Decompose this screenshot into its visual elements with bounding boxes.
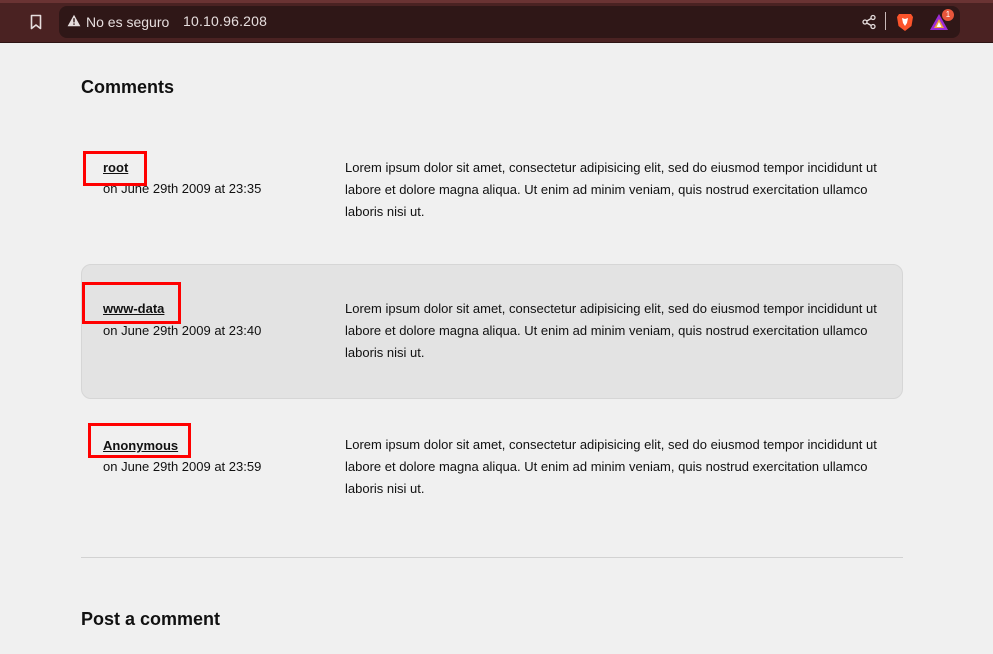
- comment-body: Lorem ipsum dolor sit amet, consectetur …: [345, 437, 877, 496]
- toolbar-accent-line: [0, 0, 993, 3]
- comment-body: Lorem ipsum dolor sit amet, consectetur …: [345, 301, 877, 360]
- share-icon[interactable]: [861, 14, 877, 30]
- comment-item: www-data on June 29th 2009 at 23:40 Lore…: [81, 264, 903, 399]
- comment-item: root on June 29th 2009 at 23:35 Lorem ip…: [81, 129, 903, 264]
- urlbar-separator: [885, 12, 886, 30]
- rewards-count-badge: 1: [942, 9, 954, 21]
- section-divider: [81, 557, 903, 558]
- annotation-highlight-box: [88, 423, 191, 458]
- bookmark-icon[interactable]: [26, 11, 46, 33]
- brave-shield-icon[interactable]: [895, 12, 915, 32]
- annotation-highlight-box: [83, 151, 147, 186]
- post-comment-heading: Post a comment: [81, 609, 221, 629]
- comment-body: Lorem ipsum dolor sit amet, consectetur …: [345, 160, 877, 219]
- address-bar[interactable]: No es seguro 10.10.96.208 1: [59, 6, 960, 38]
- security-indicator[interactable]: No es seguro: [67, 13, 169, 31]
- comments-heading: Comments: [81, 77, 175, 97]
- comment-item: Anonymous on June 29th 2009 at 23:59 Lor…: [81, 401, 903, 536]
- annotation-highlight-box: [82, 282, 181, 324]
- url-text[interactable]: 10.10.96.208: [183, 13, 267, 29]
- security-label: No es seguro: [86, 14, 170, 30]
- comment-date: on June 29th 2009 at 23:59: [103, 459, 262, 474]
- comment-date: on June 29th 2009 at 23:40: [103, 323, 262, 338]
- warning-icon: [67, 14, 81, 30]
- browser-toolbar: No es seguro 10.10.96.208 1: [0, 0, 993, 43]
